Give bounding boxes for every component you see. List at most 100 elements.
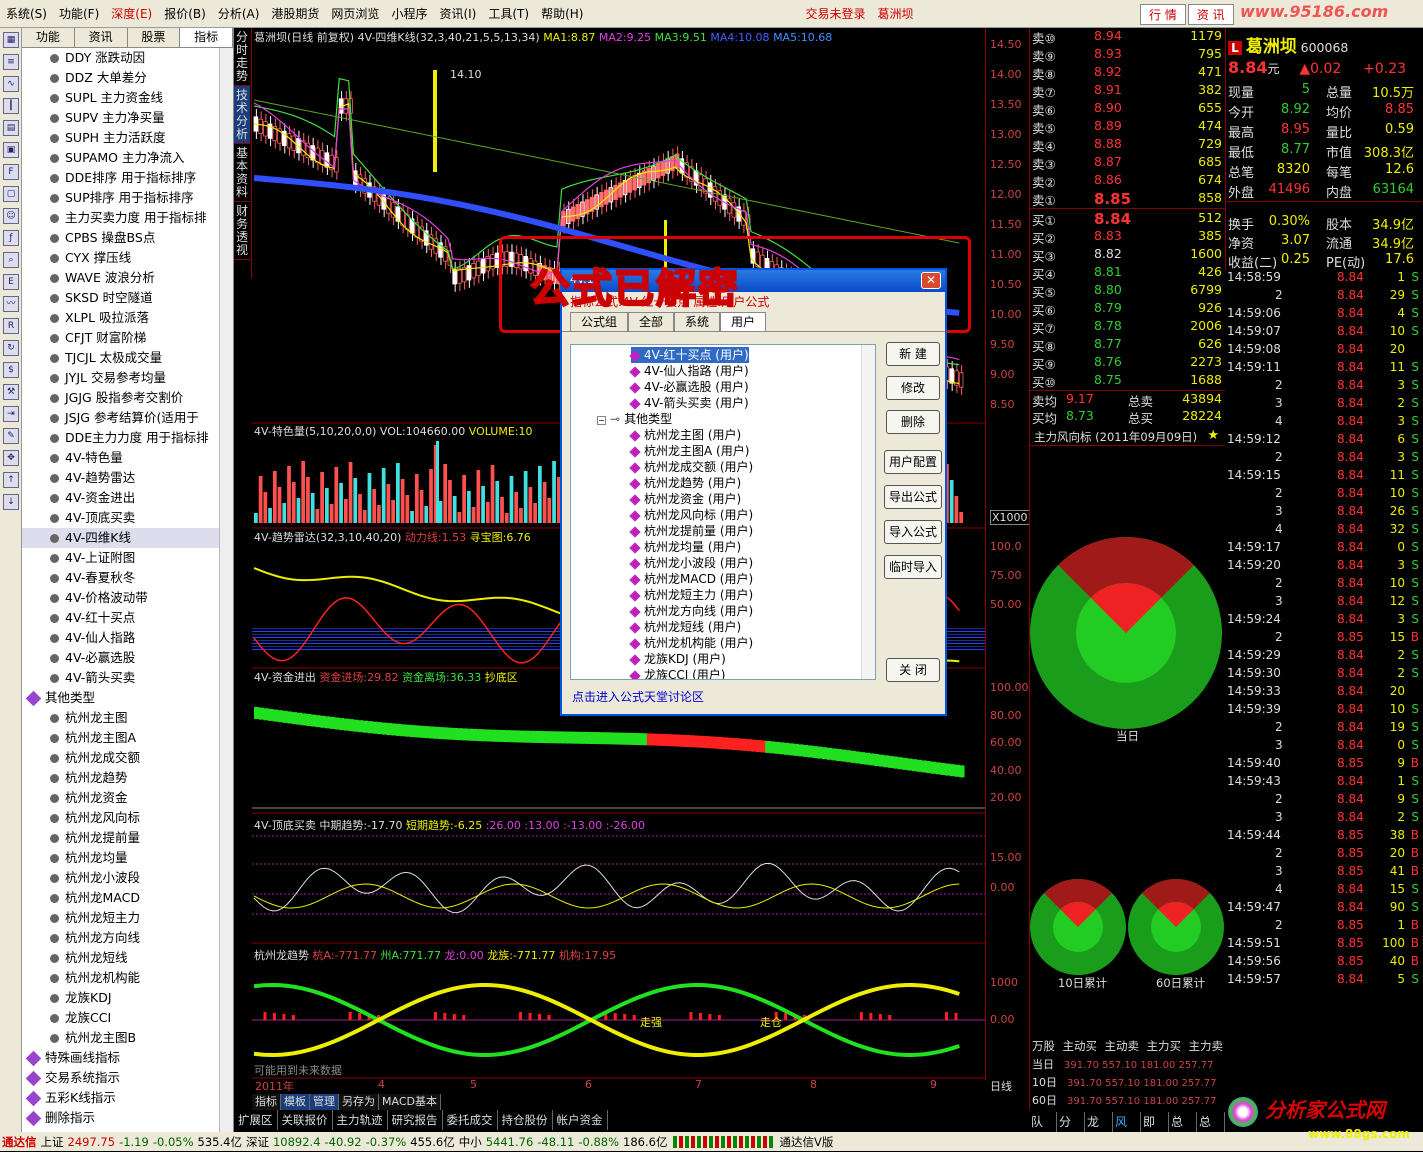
info-mode-button[interactable]: 资 讯 [1187,4,1234,25]
formula-item[interactable]: 杭州龙提前量 (用户) [629,523,753,539]
temp-import-button[interactable]: 临时导入 [884,555,942,579]
rsi-icon[interactable]: R [3,318,19,334]
btab-template[interactable]: 模板 [281,1094,310,1110]
tree-item[interactable]: 4V-价格波动带 [22,588,233,608]
formula-item[interactable]: 4V-仙人指路 (用户) [629,363,749,379]
tree-item[interactable]: CPBS 操盘BS点 [22,228,233,248]
modify-button[interactable]: 修改 [886,376,940,400]
import-formula-button[interactable]: 导入公式 [884,520,942,544]
arrow-down-icon[interactable]: ↓ [3,494,19,510]
tab-info[interactable]: 资讯 [74,28,128,47]
line-chart-icon[interactable]: ∿ [3,76,19,92]
btab-manage[interactable]: 管理 [310,1094,339,1110]
btab-macd[interactable]: MACD基本 [379,1094,441,1110]
tree-item[interactable]: 杭州龙均量 [22,848,233,868]
formula-item[interactable]: 4V-红十买点 (用户) [629,347,749,363]
tree-item[interactable]: 4V-上证附图 [22,548,233,568]
list-icon[interactable]: ≡ [3,54,19,70]
kline-icon[interactable]: ┃ [3,98,19,114]
tree-item[interactable]: SUPL 主力资金线 [22,88,233,108]
tree-item[interactable]: 杭州龙风向标 [22,808,233,828]
tree-item[interactable]: 4V-顶底买卖 [22,508,233,528]
formula-item[interactable]: 杭州龙短线 (用户) [629,619,741,635]
pencil-icon[interactable]: ✎ [3,428,19,444]
formula-item[interactable]: 4V-必赢选股 (用户) [629,379,749,395]
tree-item[interactable]: 杭州龙机构能 [22,968,233,988]
tree-item[interactable]: 杭州龙主图B [22,1028,233,1048]
star-icon[interactable]: ★ [1207,428,1219,443]
menu-hk-futures[interactable]: 港股期货 [265,5,325,22]
ask-row[interactable]: 卖⑩ 8.94 1179 [1030,28,1226,46]
menu-depth[interactable]: 深度(E) [105,5,158,22]
ftab-main-track[interactable]: 主力轨迹 [333,1110,388,1130]
tree-item[interactable]: 杭州龙趋势 [22,768,233,788]
dtab-system[interactable]: 系统 [674,312,721,331]
tree-item[interactable]: 4V-仙人指路 [22,628,233,648]
left-scrollbar[interactable] [219,48,233,1133]
bid-row[interactable]: 买⑥ 8.79 926 [1030,300,1226,318]
tree-item[interactable]: 杭州龙短主力 [22,908,233,928]
tree-item[interactable]: 4V-四维K线 [22,528,233,548]
tree-item[interactable]: SUPAMO 主力净流入 [22,148,233,168]
tree-item[interactable]: DDY 涨跌动因 [22,48,233,68]
search-icon[interactable]: ⌕ [3,252,19,268]
ask-row[interactable]: 卖⑧ 8.92 471 [1030,64,1226,82]
formula-item[interactable]: 杭州龙均量 (用户) [629,539,741,555]
ask-row[interactable]: 卖① 8.85 858 [1030,190,1226,208]
new-button[interactable]: 新 建 [886,342,940,366]
bid-row[interactable]: 买④ 8.81 426 [1030,264,1226,282]
ask-row[interactable]: 卖④ 8.88 729 [1030,136,1226,154]
tree-item[interactable]: TJCJL 太极成交量 [22,348,233,368]
tab-indicator[interactable]: 指标 [180,28,233,47]
etf-icon[interactable]: E [3,274,19,290]
tree-item[interactable]: 杭州龙方向线 [22,928,233,948]
formula-item[interactable]: 杭州龙主图A (用户) [629,443,749,459]
login-status[interactable]: 交易未登录 [799,5,871,22]
users-icon[interactable]: ☺ [3,208,19,224]
report-icon[interactable]: ▣ [3,142,19,158]
tree-item[interactable]: 杭州龙成交额 [22,748,233,768]
tree-item[interactable]: SUPV 主力净买量 [22,108,233,128]
tree-item[interactable]: 杭州龙短线 [22,948,233,968]
wrench-icon[interactable]: ⚒ [3,384,19,400]
formula-item[interactable]: 杭州龙MACD (用户) [629,571,753,587]
collapse-icon[interactable]: − [597,416,606,425]
btab-indicator[interactable]: 指标 [252,1094,281,1110]
formula-category[interactable]: − ⊸ 其他类型 [597,411,672,427]
menu-function[interactable]: 功能(F) [53,5,105,22]
formula-item[interactable]: 杭州龙小波段 (用户) [629,555,753,571]
tree-item[interactable]: WAVE 波浪分析 [22,268,233,288]
tree-item[interactable]: CYX 撑压线 [22,248,233,268]
tree-item[interactable]: 4V-必赢选股 [22,648,233,668]
tab-stock[interactable]: 股票 [127,28,181,47]
ftab-account[interactable]: 帐户资金 [553,1110,608,1130]
grid-icon[interactable]: ▦ [3,32,19,48]
menu-analysis[interactable]: 分析(A) [212,5,266,22]
rtab[interactable]: 分布 [1057,1112,1085,1149]
export-formula-button[interactable]: 导出公式 [884,485,942,509]
vtab-finance[interactable]: 财务透视 [234,202,250,260]
ask-row[interactable]: 卖⑨ 8.93 795 [1030,46,1226,64]
bid-row[interactable]: 买⑦ 8.78 2006 [1030,318,1226,336]
formula-item[interactable]: 杭州龙趋势 (用户) [629,475,741,491]
table-icon[interactable]: ▤ [3,120,19,136]
tree-item[interactable]: JSJG 参考结算价(适用于 [22,408,233,428]
tree-item[interactable]: DDE主力力度 用于指标排 [22,428,233,448]
vtab-intraday[interactable]: 分时走势 [234,28,250,86]
menu-system[interactable]: 系统(S) [0,5,53,22]
trend-icon[interactable]: 〰 [3,296,19,312]
bid-row[interactable]: 买⑧ 8.77 626 [1030,336,1226,354]
tree-category[interactable]: 五彩K线指示 [22,1088,233,1108]
bid-row[interactable]: 买⑨ 8.76 2273 [1030,354,1226,372]
move-icon[interactable]: ✥ [3,450,19,466]
bid-row[interactable]: 买⑩ 8.75 1688 [1030,372,1226,390]
tree-item[interactable]: 主力买卖力度 用于指标排 [22,208,233,228]
rtab[interactable]: 即撤 [1141,1112,1169,1149]
delete-button[interactable]: 删除 [886,410,940,434]
rtab[interactable]: 队列 [1029,1112,1057,1149]
ask-row[interactable]: 卖② 8.86 674 [1030,172,1226,190]
btab-save-as[interactable]: 另存为 [339,1094,379,1110]
tree-item[interactable]: 杭州龙小波段 [22,868,233,888]
dollar-icon[interactable]: $ [3,362,19,378]
ftab-research[interactable]: 研究报告 [388,1110,443,1130]
